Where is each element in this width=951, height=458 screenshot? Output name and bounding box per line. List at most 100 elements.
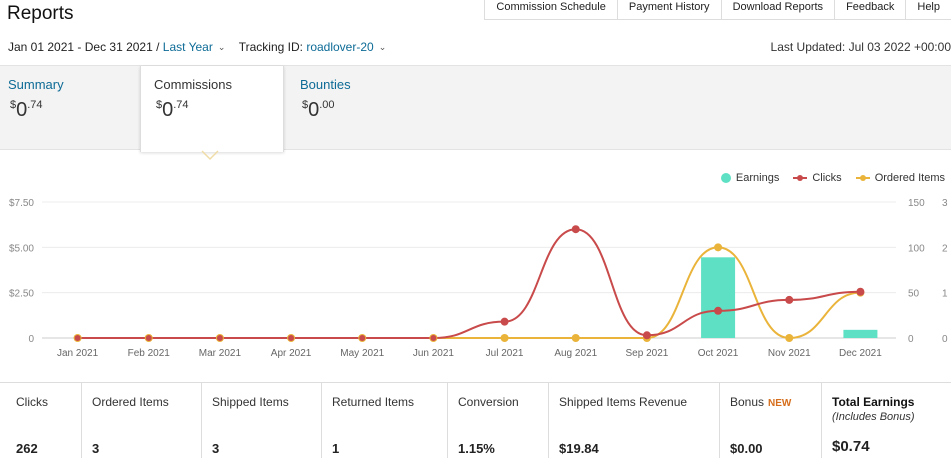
legend-clicks-label: Clicks: [812, 172, 842, 184]
nav-help[interactable]: Help: [905, 0, 951, 19]
tracking-label: Tracking ID:: [238, 40, 303, 54]
stat-label: Clicks: [16, 395, 48, 409]
earnings-swatch-icon: [720, 173, 731, 183]
ordered-items-point: [714, 243, 723, 252]
x-tick-label: Feb 2021: [128, 348, 171, 359]
stat-label: Returned Items: [332, 395, 415, 409]
stat-bonus: Bonus NEW $0.00: [719, 383, 821, 458]
stat-sublabel: (Includes Bonus): [832, 411, 915, 423]
y-right2-tick-label: 1: [942, 289, 948, 300]
clicks-line: [77, 228, 861, 339]
x-tick-label: Nov 2021: [768, 348, 811, 359]
clicks-point: [785, 295, 794, 304]
stat-value: $0.74: [832, 438, 870, 455]
clicks-point: [288, 335, 295, 341]
stat-value: $19.84: [559, 441, 599, 456]
y-right-tick-label: 100: [908, 243, 925, 254]
stat-label: Bonus NEW: [730, 395, 792, 409]
y-left-tick-label: $5.00: [9, 243, 34, 254]
stat-conversion: Conversion 1.15%: [447, 383, 548, 458]
tab-bounties-label: Bounties: [300, 77, 351, 92]
ordered-items-point: [500, 334, 509, 342]
y-left-tick-label: 0: [28, 334, 34, 345]
y-right2-tick-label: 0: [942, 334, 948, 345]
y-left-tick-label: $7.50: [9, 198, 34, 209]
clicks-point: [145, 335, 152, 341]
x-tick-label: Oct 2021: [698, 348, 739, 359]
legend-ordered-label: Ordered Items: [874, 172, 945, 184]
stat-clicks: Clicks 262: [0, 383, 81, 458]
tab-commissions-amount: $0.74: [156, 99, 189, 121]
legend-ordered-items[interactable]: Ordered Items: [855, 172, 945, 184]
x-tick-label: Jan 2021: [57, 348, 99, 359]
y-right-tick-label: 50: [908, 289, 920, 300]
date-preset-dropdown[interactable]: Last Year: [163, 40, 213, 54]
date-range: Jan 01 2021 - Dec 31 2021 /: [8, 40, 160, 54]
tracking-id-dropdown[interactable]: roadlover-20: [306, 40, 373, 54]
filter-bar: Jan 01 2021 - Dec 31 2021 / Last Year ⌄ …: [8, 40, 386, 54]
stat-value: $0.00: [730, 441, 763, 456]
nav-feedback[interactable]: Feedback: [834, 0, 905, 19]
clicks-point: [571, 225, 580, 234]
nav-payment-history[interactable]: Payment History: [616, 0, 721, 19]
stat-value: 1.15%: [458, 441, 495, 456]
nav-commission-schedule[interactable]: Commission Schedule: [484, 0, 616, 19]
y-right2-tick-label: 3: [942, 198, 948, 209]
chevron-down-icon[interactable]: ⌄: [218, 42, 226, 53]
nav-download-reports[interactable]: Download Reports: [720, 0, 835, 19]
earnings-chart: 0 $2.50 $5.00 $7.50 0 50 100 150 0 1 2 3 Jan 2021 Feb…: [9, 198, 948, 359]
earnings-bar: [701, 257, 736, 338]
y-right-tick-label: 150: [908, 198, 925, 209]
clicks-point: [359, 335, 366, 341]
stat-ordered-items: Ordered Items 3: [81, 383, 201, 458]
tab-commissions[interactable]: Commissions $0.74: [140, 66, 284, 152]
x-tick-label: Jun 2021: [413, 348, 455, 359]
tab-bounties-amount: $0.00: [302, 99, 335, 121]
tab-summary-label: Summary: [8, 77, 64, 92]
active-tab-pointer: [201, 150, 219, 161]
x-tick-label: Apr 2021: [271, 348, 312, 359]
clicks-point: [856, 287, 865, 296]
stat-value: 262: [16, 441, 38, 456]
page-title: Reports: [7, 3, 74, 24]
clicks-point: [500, 317, 509, 326]
legend-earnings[interactable]: Earnings: [720, 172, 780, 184]
stat-returned-items: Returned Items 1: [321, 383, 447, 458]
stat-label: Shipped Items Revenue: [559, 395, 688, 409]
clicks-point: [714, 306, 723, 315]
x-tick-label: Sep 2021: [626, 348, 669, 359]
clicks-point: [430, 335, 437, 341]
x-tick-label: Jul 2021: [486, 348, 524, 359]
y-right2-tick-label: 2: [942, 243, 948, 254]
stats-row: Clicks 262 Ordered Items 3 Shipped Items…: [0, 382, 951, 458]
clicks-point: [216, 335, 223, 341]
chart-legend: Earnings Clicks Ordered Items: [707, 172, 945, 184]
ordered-items-point: [571, 334, 580, 342]
clicks-point: [642, 331, 651, 340]
chevron-down-icon[interactable]: ⌄: [379, 42, 387, 53]
stat-shipped-items: Shipped Items 3: [201, 383, 321, 458]
earnings-bar: [843, 329, 878, 338]
x-tick-label: Mar 2021: [199, 348, 242, 359]
tab-summary-amount: $0.74: [10, 99, 43, 121]
legend-clicks[interactable]: Clicks: [793, 172, 842, 184]
x-tick-label: Aug 2021: [554, 348, 597, 359]
stat-label: Shipped Items: [212, 395, 289, 409]
stat-value: 3: [212, 441, 220, 456]
y-right-tick-label: 0: [908, 334, 914, 345]
stat-value: 1: [332, 441, 340, 456]
ordered-swatch-icon: [855, 173, 870, 183]
tab-bounties[interactable]: Bounties $0.00: [300, 66, 351, 122]
stat-shipped-revenue: Shipped Items Revenue $19.84: [548, 383, 719, 458]
top-nav: Commission Schedule Payment History Down…: [484, 0, 951, 20]
stat-label: Total Earnings: [832, 395, 915, 409]
clicks-swatch-icon: [793, 173, 808, 183]
stat-label: Conversion: [458, 395, 519, 409]
tab-commissions-label: Commissions: [154, 77, 233, 92]
summary-tabs: Summary $0.74 Commissions $0.74 Bounties…: [0, 65, 951, 152]
tab-summary[interactable]: Summary $0.74: [8, 66, 64, 122]
legend-earnings-label: Earnings: [735, 172, 780, 184]
clicks-point: [74, 335, 81, 341]
last-updated: Last Updated: Jul 03 2022 +00:00: [770, 40, 951, 54]
new-badge: NEW: [768, 398, 792, 409]
